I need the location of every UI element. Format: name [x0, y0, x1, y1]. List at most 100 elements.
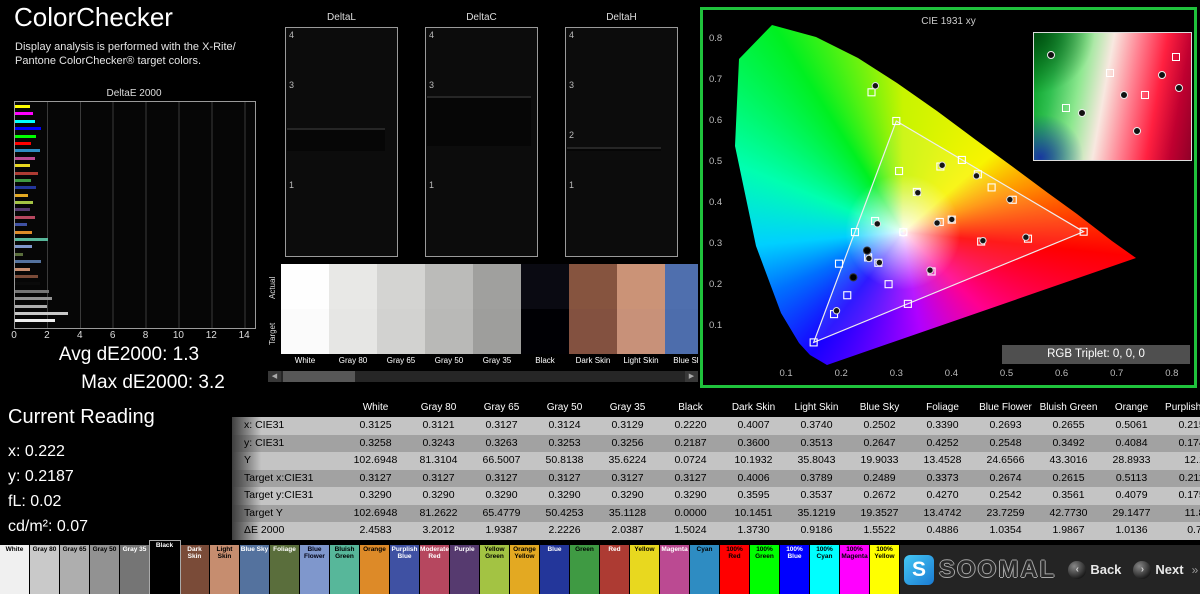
patch-button-strip: White Gray 80 Gray 65 Gray 50 Gray 35 Black Da…	[0, 541, 900, 594]
patch-button-purple[interactable]: Purple	[450, 545, 480, 594]
scroll-left-icon[interactable]: ◀	[268, 371, 281, 382]
patch-button-foliage[interactable]: Foliage	[270, 545, 300, 594]
swatch-dark-skin: Dark Skin	[569, 264, 617, 367]
scroll-right-icon[interactable]: ▶	[685, 371, 698, 382]
column-header-blue-flower: Blue Flower	[974, 399, 1037, 417]
de2000-bar-100-red	[15, 141, 32, 145]
patch-button-yellow[interactable]: Yellow	[630, 545, 660, 594]
patch-button-white[interactable]: White	[0, 545, 30, 594]
patch-button-gray-35[interactable]: Gray 35	[120, 545, 150, 594]
table-cell: 0.3595	[722, 487, 785, 505]
table-cell: 81.3104	[407, 452, 470, 470]
patch-button-moderate-red[interactable]: Moderate Red	[420, 545, 450, 594]
measured-marker	[914, 188, 922, 197]
delta-panel-plot: 4321	[425, 27, 538, 257]
rgb-triplet-readout: RGB Triplet: 0, 0, 0	[1002, 345, 1190, 364]
next-button-label[interactable]: Next	[1155, 562, 1183, 577]
cie-y-tick: 0.8	[709, 33, 723, 44]
de2000-axis-tick: 0	[11, 330, 17, 341]
patch-button-gray-50[interactable]: Gray 50	[90, 545, 120, 594]
measured-marker	[972, 172, 981, 180]
next-arrow-icon[interactable]: ›	[1133, 560, 1152, 579]
patch-button-label: Gray 50	[92, 546, 117, 553]
de2000-bar-magenta	[15, 156, 35, 160]
patch-button-magenta[interactable]: Magenta	[660, 545, 690, 594]
max-de2000-readout: Max dE2000: 3.2	[81, 372, 225, 393]
table-cell: 0.3253	[533, 434, 596, 452]
de2000-bar-purple	[15, 208, 30, 212]
patch-button-100-blue[interactable]: 100% Blue	[780, 545, 810, 594]
measured-marker	[933, 219, 941, 227]
patch-button-green[interactable]: Green	[570, 545, 600, 594]
more-chevron-icon[interactable]: »	[1192, 563, 1199, 577]
de2000-bar-white	[15, 319, 56, 323]
table-cell: 0.4007	[722, 417, 785, 435]
reading-value: x: 0.222	[8, 443, 65, 460]
table-cell: 0.4252	[911, 434, 974, 452]
table-cell: 0.2220	[659, 417, 722, 435]
table-cell: 28.8933	[1100, 452, 1163, 470]
swatch-scrollbar[interactable]: ◀ ▶	[268, 371, 698, 382]
patch-button-100-yellow[interactable]: 100% Yellow	[870, 545, 900, 594]
patch-button-gray-80[interactable]: Gray 80	[30, 545, 60, 594]
delta-panel-deltah: DeltaH 4 3 2 1	[565, 12, 678, 257]
table-cell: 102.6948	[344, 452, 407, 470]
patch-button-label: Foliage	[273, 546, 296, 553]
table-cell: 102.6948	[344, 504, 407, 522]
table-cell: 19.3527	[848, 504, 911, 522]
back-arrow-icon[interactable]: ‹	[1068, 560, 1087, 579]
patch-button-light-skin[interactable]: Light Skin	[210, 545, 240, 594]
delta-panel-title: DeltaH	[606, 12, 637, 23]
swatch-label: Gray 35	[482, 356, 512, 365]
table-cell: 0.2655	[1037, 417, 1100, 435]
back-button[interactable]: ‹ Back	[1068, 560, 1121, 579]
de2000-bar-orange-yellow	[15, 193, 29, 197]
patch-button-blue[interactable]: Blue	[540, 545, 570, 594]
table-cell: 0.3127	[659, 469, 722, 487]
de2000-axis-tick: 6	[109, 330, 116, 341]
table-cell: 0.3127	[407, 469, 470, 487]
patch-button-blue-sky[interactable]: Blue Sky	[240, 545, 270, 594]
scrollbar-track[interactable]	[355, 371, 685, 382]
column-header-purplish-blue: Purplish Blue	[1163, 399, 1200, 417]
swatch-label: Gray 50	[434, 356, 464, 365]
patch-button-100-red[interactable]: 100% Red	[720, 545, 750, 594]
patch-button-yellow-green[interactable]: Yellow Green	[480, 545, 510, 594]
delta-panel-title: DeltaC	[466, 12, 497, 23]
patch-button-red[interactable]: Red	[600, 545, 630, 594]
table-cell: 66.5007	[470, 452, 533, 470]
de2000-bar-gray-65	[15, 304, 47, 308]
row-label: y: CIE31	[232, 434, 344, 452]
table-cell: 13.4742	[911, 504, 974, 522]
patch-button-100-cyan[interactable]: 100% Cyan	[810, 545, 840, 594]
patch-button-black[interactable]: Black	[150, 541, 180, 594]
table-cell: 23.7259	[974, 504, 1037, 522]
de2000-x-axis: 0 2 4 6 8 10 12 14	[11, 330, 270, 342]
table-cell: 0.4886	[911, 522, 974, 540]
patch-button-purplish-blue[interactable]: Purplish Blue	[390, 545, 420, 594]
patch-button-100-green[interactable]: 100% Green	[750, 545, 780, 594]
back-button-label[interactable]: Back	[1090, 562, 1121, 577]
next-button[interactable]: › Next	[1133, 560, 1184, 579]
inset-measured-marker	[1132, 126, 1141, 135]
patch-button-label: 100% Cyan	[816, 546, 833, 560]
measured-marker	[865, 254, 873, 263]
table-cell: 50.4253	[533, 504, 596, 522]
patch-button-dark-skin[interactable]: Dark Skin	[180, 545, 210, 594]
patch-button-cyan[interactable]: Cyan	[690, 545, 720, 594]
patch-button-gray-65[interactable]: Gray 65	[60, 545, 90, 594]
table-cell: 0.3740	[785, 417, 848, 435]
de2000-bar-100-cyan	[15, 119, 35, 123]
table-cell: 0.3290	[533, 487, 596, 505]
patch-button-bluish-green[interactable]: Bluish Green	[330, 545, 360, 594]
table-cell: 1.3730	[722, 522, 785, 540]
patch-button-100-magenta[interactable]: 100% Magenta	[840, 545, 870, 594]
table-cell: 1.5522	[848, 522, 911, 540]
patch-button-orange-yellow[interactable]: Orange Yellow	[510, 545, 540, 594]
actual-swatch	[617, 264, 665, 309]
de2000-bar-gray-50	[15, 297, 52, 301]
patch-button-blue-flower[interactable]: Blue Flower	[300, 545, 330, 594]
patch-button-orange[interactable]: Orange	[360, 545, 390, 594]
cie-plot-area: CIE 1931 xy 0.1 0.2 0.3 0.4 0.5 0.6 0.7 0.8 0.1…	[703, 10, 1194, 385]
scrollbar-thumb[interactable]	[283, 371, 355, 382]
